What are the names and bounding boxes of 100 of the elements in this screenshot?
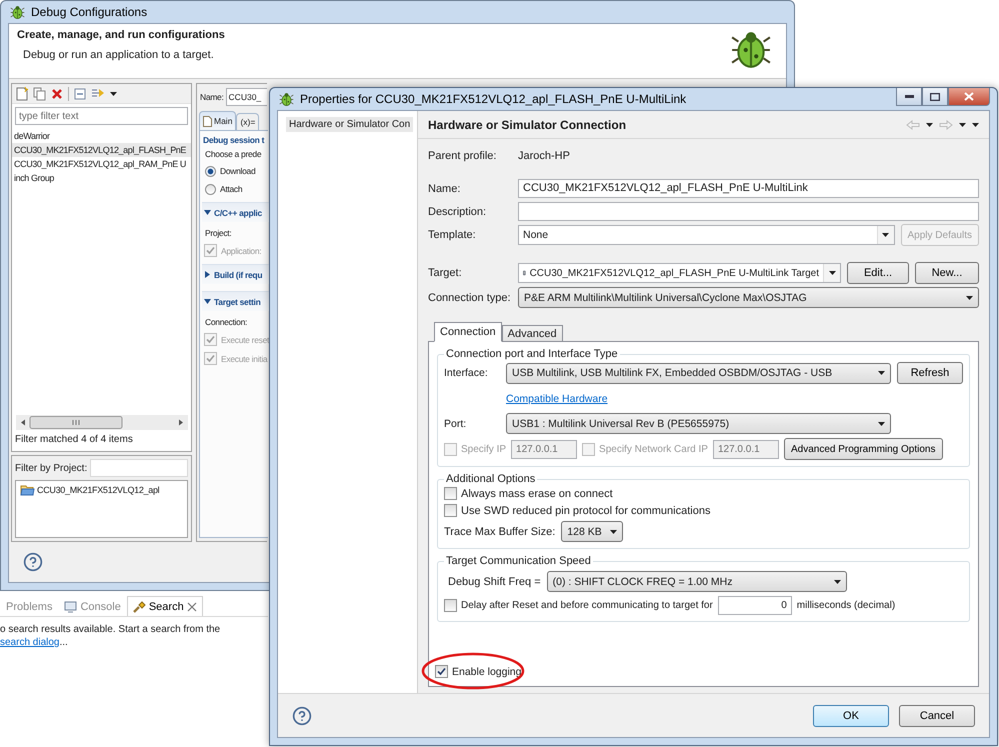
field-label: Name: [199,91,224,104]
radio-button[interactable] [205,184,216,194]
section-header[interactable]: C/C++ applic [202,202,269,222]
nav-item[interactable]: Hardware or Simulator Con [286,117,414,132]
caret-icon [882,233,890,237]
advanced-options-button[interactable]: Advanced Programming Options [784,438,942,460]
project-filter-field[interactable] [90,459,188,477]
close-icon [964,92,974,101]
search-message: o search results available. Start a search from the search dialog... [0,623,222,649]
template-combo[interactable]: None [518,225,895,245]
target-button[interactable]: Edit... [847,262,909,284]
delete-icon[interactable] [51,88,63,100]
tree-item[interactable]: CCU30_MK21FX512VLQ12_apl_FLASH_PnE [12,143,191,157]
section-header[interactable]: Target settin [202,291,269,311]
window-title: Properties for CCU30_MK21FX512VLQ12_apl_FLASH_PnE U-MultiLink [300,92,686,106]
tree-item[interactable]: CCU30_MK21FX512VLQ12_apl_RAM_PnE U [12,157,191,171]
close-icon[interactable] [186,602,197,612]
name-field[interactable]: CCU30_MK21FX512VLQ12_apl_FLASH_PnE U-MultiLink [518,179,979,198]
field-label: Name: [428,182,462,194]
field-label: Trace Max Buffer Size: [444,526,556,538]
caret-icon [828,271,836,275]
group-title: Connection port and Interface Type [445,348,619,360]
filter-status: Filter matched 4 of 4 items [14,433,134,447]
checkbox-label: Application: [221,246,262,256]
back-arrow-icon[interactable] [906,120,920,130]
parent-profile-value: Jaroch-HP [518,150,570,162]
refresh-button[interactable]: Refresh [897,362,963,384]
flashlight-icon [132,600,146,613]
caret-icon [878,422,885,426]
checkbox-label: Always mass erase on connect [461,488,613,500]
description-field[interactable] [518,202,979,221]
shift-freq-dropdown[interactable]: (0) : SHIFT CLOCK FREQ = 1.00 MHz [546,571,847,592]
tab[interactable]: Connection [434,322,502,342]
minimize-button[interactable] [896,88,922,106]
filter-icon[interactable] [91,87,105,100]
field-label: Target: [428,267,463,279]
checkbox-label: Specify Network Card IP [599,444,708,454]
checkbox[interactable] [444,599,457,612]
field-label: Interface: [444,367,489,379]
group-title: Additional Options [445,473,536,485]
checkbox[interactable] [435,665,448,678]
help-icon[interactable] [292,706,312,726]
target-button[interactable]: New... [915,262,979,284]
dialog-subheading: Debug or run an application to a target. [22,49,215,61]
field-label: Description: [428,206,488,218]
forward-arrow-icon[interactable] [939,120,953,130]
collapse-icon[interactable] [74,88,86,100]
field-label: Filter by Project: [15,462,88,474]
checkbox-label: Use SWD reduced pin protocol for communications [461,504,710,516]
caret-icon [878,371,885,375]
project-item[interactable]: CCU30_MK21FX512VLQ12_apl [37,485,160,495]
caret-icon [834,580,841,584]
compatible-hardware-link[interactable]: Compatible Hardware [506,392,608,404]
checkbox-label: Execute reset [221,334,270,344]
checkbox[interactable] [444,487,457,500]
dialog-button[interactable]: Cancel [899,704,975,726]
caret-icon [110,92,117,96]
scrollbar-drawing[interactable] [16,415,188,430]
close-button[interactable] [948,88,990,106]
help-icon[interactable] [23,552,43,572]
checkbox[interactable] [444,504,457,517]
section-header[interactable]: Build (if requ [202,264,269,284]
field-label: Connection type: [428,292,512,304]
tab[interactable]: (x)= [236,113,260,130]
beetle-icon [730,29,772,71]
target-combo[interactable]: CCU30_MK21FX512VLQ12_apl_FLASH_PnE U-MultiLink Target [518,263,841,283]
minimize-icon [904,95,914,98]
tree-item[interactable]: deWarrior [12,129,191,143]
tree-item[interactable]: inch Group [12,171,191,185]
document-icon [203,116,212,126]
maximize-icon [930,92,940,100]
dialog-button[interactable]: OK [813,704,889,726]
radio-label: Attach [219,183,242,196]
maximize-button[interactable] [922,88,948,106]
delay-field[interactable]: 0 [718,596,792,615]
tab[interactable]: Advanced [502,325,563,342]
buffer-size-dropdown[interactable]: 128 KB [561,521,624,542]
interface-dropdown[interactable]: USB Multilink, USB Multilink FX, Embedded OSBDM/OSJTAG - USB [506,362,891,384]
filter-field[interactable]: type filter text [15,107,188,125]
menu-caret-icon [972,122,979,126]
name-field[interactable]: CCU30_ [226,88,267,106]
field-label: Parent profile: [428,150,498,162]
view-tab[interactable]: Search [126,596,203,616]
folder-icon [20,484,35,496]
radio-button[interactable] [205,166,216,176]
port-dropdown[interactable]: USB1 : Multilink Universal Rev B (PE5655975) [506,413,891,434]
caret-icon [966,296,973,300]
connection-type-dropdown[interactable]: P&E ARM Multilink\Multilink Universal\Cyclone Max\OSJTAG [518,287,979,308]
unit-label: milliseconds (decimal) [796,600,896,611]
monitor-icon [64,600,78,612]
field-label: Connection: [204,316,248,329]
caret-icon [959,122,966,126]
copy-icon[interactable] [33,86,46,100]
search-dialog-link[interactable]: search dialog [0,637,60,648]
caret-icon [610,530,618,534]
field-label: Port: [444,418,468,430]
new-file-icon[interactable] [16,86,28,100]
tab[interactable]: Main [199,111,236,130]
field-label: Choose a prede [204,148,262,161]
group-title: Target Communication Speed [445,555,592,567]
